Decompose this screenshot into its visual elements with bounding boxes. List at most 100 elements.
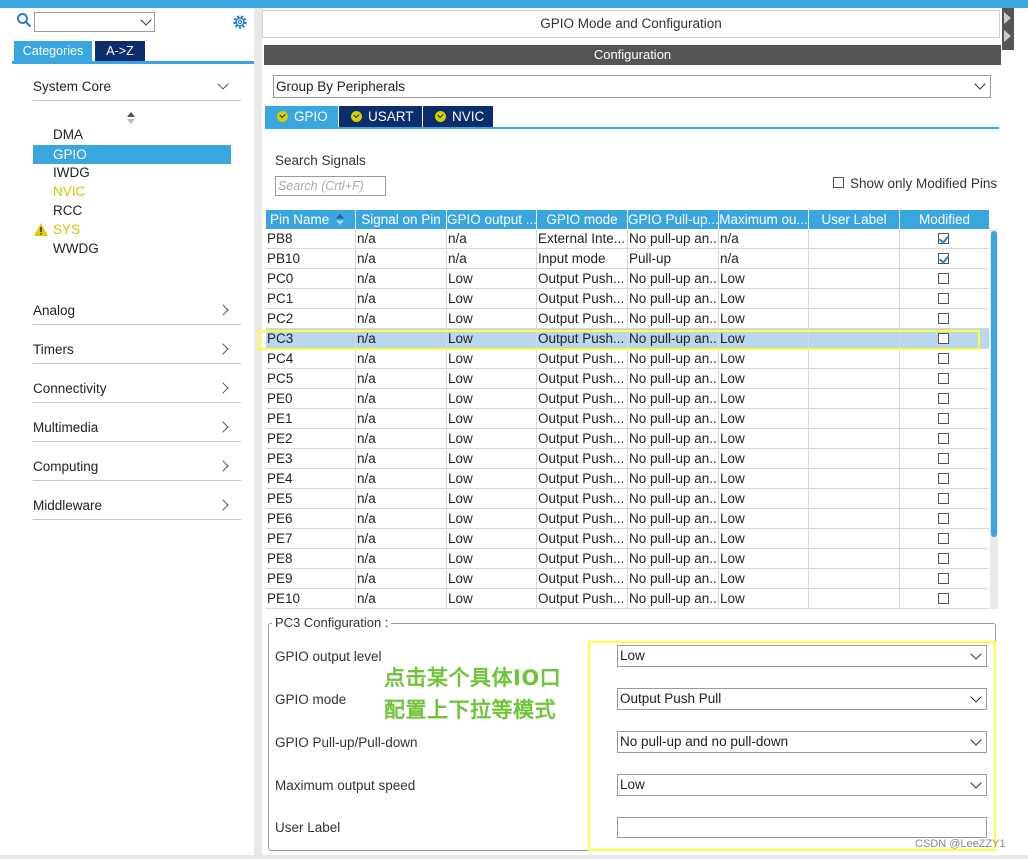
cell-pin: PE3	[266, 449, 356, 468]
checkbox-icon[interactable]	[938, 273, 949, 284]
checkbox-icon[interactable]	[938, 513, 949, 524]
sidebar-item-nvic[interactable]: NVIC	[53, 182, 85, 201]
table-row[interactable]: PC2 n/a Low Output Push... No pull-up an... L…	[266, 309, 989, 329]
column-header-output[interactable]: GPIO output ...	[447, 210, 537, 229]
category-multimedia[interactable]: Multimedia	[33, 415, 241, 442]
chevron-down-icon[interactable]	[140, 14, 152, 26]
sidebar-item-sys[interactable]: SYS	[53, 220, 80, 239]
gear-icon[interactable]	[231, 13, 249, 31]
checkbox-icon[interactable]	[938, 293, 949, 304]
search-signals-input[interactable]: Search (Crtl+F)	[275, 176, 386, 196]
table-row[interactable]: PE5 n/a Low Output Push... No pull-up an... L…	[266, 489, 989, 509]
collapse-panel-button[interactable]	[1002, 8, 1014, 50]
tab-usart[interactable]: USART	[339, 106, 422, 127]
table-row[interactable]: PE7 n/a Low Output Push... No pull-up an... L…	[266, 529, 989, 549]
table-row[interactable]: PE8 n/a Low Output Push... No pull-up an... L…	[266, 549, 989, 569]
cell-output: Low	[447, 489, 537, 508]
sidebar-item-wwdg[interactable]: WWDG	[53, 239, 99, 258]
table-row[interactable]: PC1 n/a Low Output Push... No pull-up an... L…	[266, 289, 989, 309]
table-row[interactable]: PE10 n/a Low Output Push... No pull-up an...…	[266, 589, 989, 609]
sidebar-item-iwdg[interactable]: IWDG	[53, 163, 90, 182]
category-label: Middleware	[33, 498, 103, 513]
table-row[interactable]: PE6 n/a Low Output Push... No pull-up an... L…	[266, 509, 989, 529]
cell-mode: Output Push...	[537, 369, 628, 388]
panel-divider[interactable]	[254, 8, 262, 859]
cell-label	[809, 249, 900, 268]
chevron-right-icon	[217, 304, 229, 316]
checkbox-icon[interactable]	[938, 593, 949, 604]
checkbox-icon[interactable]	[938, 533, 949, 544]
cell-label	[809, 349, 900, 368]
column-header-modified[interactable]: Modified	[900, 210, 989, 229]
cell-label	[809, 549, 900, 568]
highlight-selected-row	[258, 330, 980, 350]
cell-pin: PE9	[266, 569, 356, 588]
table-row[interactable]: PB8 n/a n/a External Inte... No pull-up an..…	[266, 229, 989, 249]
column-header-mode[interactable]: GPIO mode	[537, 210, 628, 229]
checkbox-icon[interactable]	[938, 413, 949, 424]
checkbox-icon[interactable]	[938, 393, 949, 404]
table-row[interactable]: PC0 n/a Low Output Push... No pull-up an... L…	[266, 269, 989, 289]
sidebar-item-dma[interactable]: DMA	[53, 125, 83, 144]
show-only-modified-checkbox[interactable]	[833, 177, 844, 188]
table-row[interactable]: PE2 n/a Low Output Push... No pull-up an... L…	[266, 429, 989, 449]
cell-modified	[900, 269, 989, 288]
category-timers[interactable]: Timers	[33, 337, 241, 364]
cell-speed: Low	[719, 389, 809, 408]
checkbox-icon[interactable]	[938, 433, 949, 444]
checkbox-icon[interactable]	[938, 473, 949, 484]
tab-a-to-z[interactable]: A->Z	[95, 41, 145, 61]
cell-pull: Pull-up	[628, 249, 719, 268]
table-row[interactable]: PC4 n/a Low Output Push... No pull-up an... L…	[266, 349, 989, 369]
checked-checkbox-icon[interactable]	[938, 233, 949, 244]
column-header-user-label[interactable]: User Label	[809, 210, 900, 229]
search-icon[interactable]	[16, 12, 32, 28]
cell-output: Low	[447, 389, 537, 408]
column-header-label: Pin Name	[270, 212, 330, 227]
category-middleware[interactable]: Middleware	[33, 493, 241, 520]
sidebar-item-rcc[interactable]: RCC	[53, 201, 82, 220]
cell-pull: No pull-up an...	[629, 269, 719, 288]
category-search-input[interactable]	[34, 12, 155, 32]
checked-checkbox-icon[interactable]	[938, 253, 949, 264]
checkbox-icon[interactable]	[938, 493, 949, 504]
table-row[interactable]: PC5 n/a Low Output Push... No pull-up an... L…	[266, 369, 989, 389]
table-scrollbar-thumb[interactable]	[991, 231, 997, 537]
table-row[interactable]: PE3 n/a Low Output Push... No pull-up an... L…	[266, 449, 989, 469]
checkbox-icon[interactable]	[938, 573, 949, 584]
column-header-signal[interactable]: Signal on Pin	[356, 210, 447, 229]
checkbox-icon[interactable]	[938, 373, 949, 384]
cell-speed: Low	[719, 529, 809, 548]
category-system-core[interactable]: System Core	[33, 74, 241, 101]
table-row[interactable]: PE0 n/a Low Output Push... No pull-up an... L…	[266, 389, 989, 409]
checkbox-icon[interactable]	[938, 313, 949, 324]
cell-signal: n/a	[356, 469, 447, 488]
checkbox-icon[interactable]	[938, 553, 949, 564]
cell-speed: n/a	[719, 249, 809, 268]
chevron-right-icon	[217, 499, 229, 511]
checkbox-icon[interactable]	[938, 353, 949, 364]
checkbox-icon[interactable]	[938, 453, 949, 464]
group-by-value: Group By Peripherals	[276, 79, 406, 94]
tab-categories[interactable]: Categories	[14, 41, 92, 61]
sidebar-item-gpio[interactable]: GPIO	[33, 145, 231, 164]
table-row[interactable]: PB10 n/a n/a Input mode Pull-up n/a	[266, 249, 989, 269]
column-header-pull[interactable]: GPIO Pull-up...	[628, 210, 719, 229]
sort-arrows-icon[interactable]	[127, 112, 135, 124]
tab-nvic[interactable]: NVIC	[423, 106, 493, 127]
category-computing[interactable]: Computing	[33, 454, 241, 481]
column-header-speed[interactable]: Maximum ou...	[719, 210, 809, 229]
table-row[interactable]: PE1 n/a Low Output Push... No pull-up an... L…	[266, 409, 989, 429]
search-signals-label: Search Signals	[275, 153, 366, 168]
group-by-select[interactable]: Group By Peripherals	[273, 75, 991, 98]
field-label: Maximum output speed	[275, 778, 416, 793]
cell-signal: n/a	[356, 429, 447, 448]
category-analog[interactable]: Analog	[33, 298, 241, 325]
cell-modified	[900, 589, 989, 608]
category-connectivity[interactable]: Connectivity	[33, 376, 241, 403]
table-row[interactable]: PE9 n/a Low Output Push... No pull-up an... L…	[266, 569, 989, 589]
column-header-pin-name[interactable]: Pin Name	[266, 210, 356, 229]
tab-gpio[interactable]: GPIO	[265, 106, 338, 127]
table-row[interactable]: PE4 n/a Low Output Push... No pull-up an... L…	[266, 469, 989, 489]
chevron-down-icon	[217, 78, 229, 90]
